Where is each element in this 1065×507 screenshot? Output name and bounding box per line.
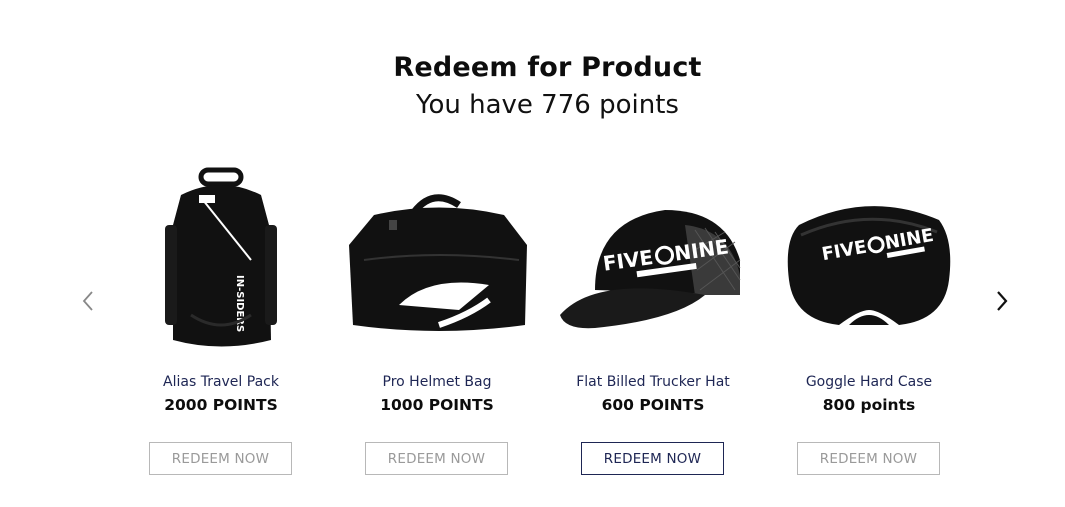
goggle-case-icon: FIVE NINE <box>787 206 951 325</box>
product-card: FIVE NINE Flat Billed Trucker Hat 600 PO… <box>545 160 761 490</box>
product-card: Pro Helmet Bag 1000 POINTS REDEEM NOW <box>329 160 545 490</box>
product-points: 800 points <box>822 396 916 414</box>
redeem-button[interactable]: REDEEM NOW <box>581 442 724 475</box>
redeem-button[interactable]: REDEEM NOW <box>149 442 292 475</box>
product-name[interactable]: Pro Helmet Bag <box>329 374 545 390</box>
page-title: Redeem for Product <box>393 52 702 83</box>
page-header: Redeem for Product You have 776 points <box>0 52 1065 120</box>
product-points: 600 POINTS <box>601 396 705 414</box>
product-points: 1000 POINTS <box>380 396 494 414</box>
points-balance: You have 776 points <box>416 90 679 120</box>
product-image[interactable] <box>329 160 545 360</box>
product-image[interactable]: FIVE NINE <box>761 160 977 360</box>
product-name[interactable]: Flat Billed Trucker Hat <box>545 374 761 390</box>
redeem-button[interactable]: REDEEM NOW <box>797 442 940 475</box>
product-card: IN-SIDERS Alias Travel Pack 2000 POINTS … <box>113 160 329 490</box>
helmet-bag-icon <box>349 194 527 331</box>
product-points: 2000 POINTS <box>164 396 278 414</box>
chevron-left-icon <box>82 291 93 311</box>
product-card: FIVE NINE Goggle Hard Case 800 points RE… <box>761 160 977 490</box>
carousel-next-button[interactable] <box>990 286 1014 316</box>
redeem-button[interactable]: REDEEM NOW <box>365 442 508 475</box>
product-carousel: IN-SIDERS Alias Travel Pack 2000 POINTS … <box>113 160 977 490</box>
product-image[interactable]: FIVE NINE <box>545 160 761 360</box>
product-name[interactable]: Goggle Hard Case <box>761 374 977 390</box>
chevron-right-icon <box>997 291 1008 311</box>
carousel-prev-button[interactable] <box>76 286 100 316</box>
backpack-icon: IN-SIDERS <box>165 167 277 347</box>
trucker-hat-icon: FIVE NINE <box>560 210 741 329</box>
product-name[interactable]: Alias Travel Pack <box>113 374 329 390</box>
product-image[interactable]: IN-SIDERS <box>113 160 329 360</box>
